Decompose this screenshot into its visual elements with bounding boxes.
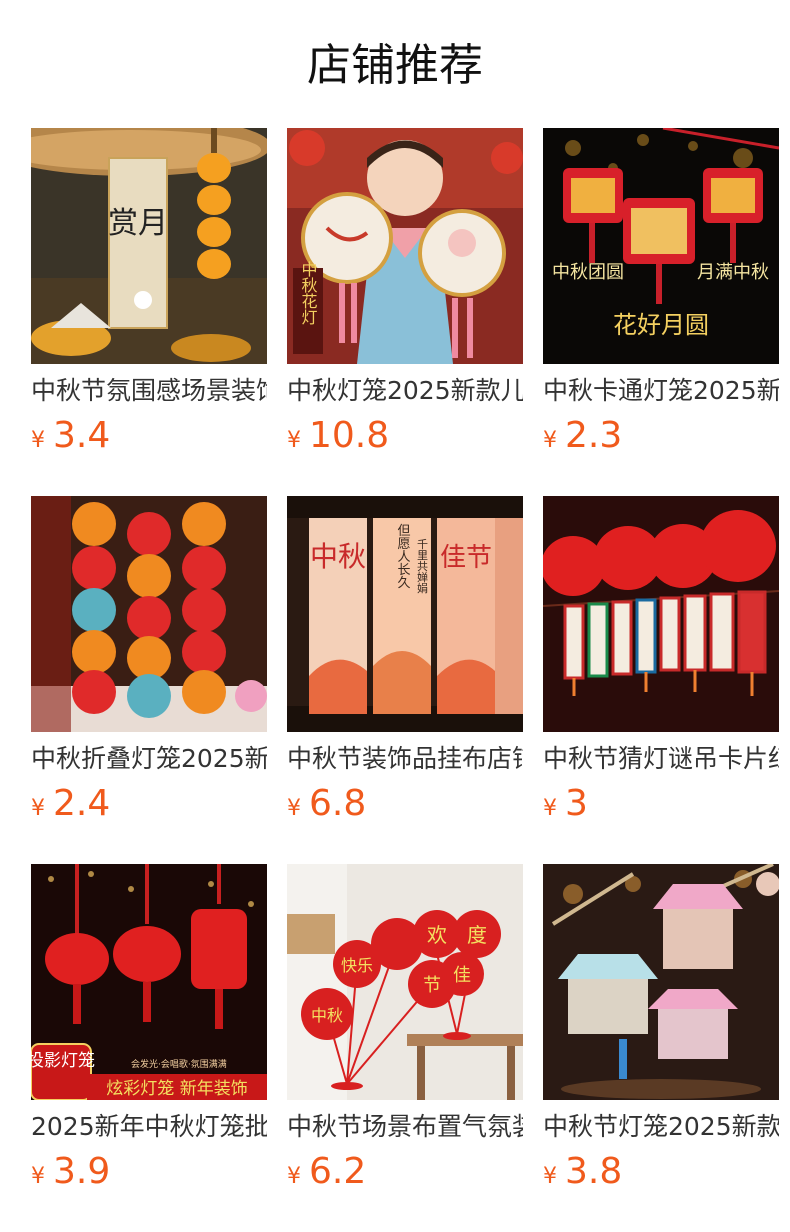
strip-text: 炫彩灯笼 新年装饰: [106, 1079, 247, 1099]
product-grid: 赏月 中秋节氛围感场景装饰 ¥ 3.4 中秋花灯 中秋灯笼2025新款儿 ¥ 1…: [31, 128, 779, 1232]
product-card[interactable]: 中秋折叠灯笼2025新款 ¥ 2.4: [31, 496, 267, 864]
price-value: 6.8: [309, 783, 367, 824]
currency-symbol: ¥: [31, 428, 45, 453]
currency-symbol: ¥: [543, 428, 557, 453]
product-card[interactable]: 中秋 但愿人长久 千里共婵娟 佳节 中秋节装饰品挂布店铺 ¥ 6.8: [287, 496, 523, 864]
product-card[interactable]: 中秋 快乐 欢 度 节 佳 中秋节场景布置气氛装 ¥ 6.2: [287, 864, 523, 1232]
product-image[interactable]: 赏月: [31, 128, 267, 364]
product-name[interactable]: 中秋节装饰品挂布店铺: [287, 742, 523, 776]
fan-text-2: 快乐: [341, 956, 373, 975]
product-price: ¥ 2.4: [31, 782, 110, 826]
product-name[interactable]: 中秋节猜灯谜吊卡片红: [543, 742, 779, 776]
product-image[interactable]: [543, 496, 779, 732]
bottom-text: 花好月圆: [613, 311, 709, 339]
product-name[interactable]: 2025新年中秋灯笼批发: [31, 1110, 267, 1144]
right-text: 月满中秋: [697, 262, 769, 283]
price-value: 3.8: [565, 1151, 623, 1192]
product-image[interactable]: 投影灯笼 炫彩灯笼 新年装饰 会发光·会唱歌·氛围满满: [31, 864, 267, 1100]
price-value: 6.2: [309, 1151, 367, 1192]
banner-mid-text: 但愿人长久: [395, 524, 411, 589]
fan-text-6: 佳: [453, 965, 471, 986]
fan-text-1: 中秋: [311, 1006, 343, 1025]
price-value: 2.4: [53, 783, 111, 824]
product-price: ¥ 10.8: [287, 414, 389, 458]
product-name[interactable]: 中秋折叠灯笼2025新款: [31, 742, 267, 776]
badge-text: 中秋花灯: [299, 261, 318, 326]
product-image[interactable]: 中秋花灯: [287, 128, 523, 364]
currency-symbol: ¥: [287, 796, 301, 821]
product-image[interactable]: [31, 496, 267, 732]
price-value: 3.4: [53, 415, 111, 456]
product-card[interactable]: 中秋团圆 月满中秋 花好月圆 中秋卡通灯笼2025新款 ¥ 2.3: [543, 128, 779, 496]
product-price: ¥ 6.2: [287, 1150, 366, 1194]
currency-symbol: ¥: [31, 796, 45, 821]
product-price: ¥ 3: [543, 782, 588, 826]
currency-symbol: ¥: [31, 1164, 45, 1189]
product-price: ¥ 3.8: [543, 1150, 622, 1194]
product-card[interactable]: 中秋节猜灯谜吊卡片红 ¥ 3: [543, 496, 779, 864]
banner-right-text: 佳节: [440, 543, 492, 573]
banner-text: 赏月: [108, 206, 168, 241]
left-text: 中秋团圆: [552, 262, 624, 283]
product-image[interactable]: 中秋 但愿人长久 千里共婵娟 佳节: [287, 496, 523, 732]
product-card[interactable]: 中秋节灯笼2025新款手 ¥ 3.8: [543, 864, 779, 1232]
product-card[interactable]: 赏月 中秋节氛围感场景装饰 ¥ 3.4: [31, 128, 267, 496]
badge-text: 投影灯笼: [31, 1051, 95, 1071]
price-value: 3.9: [53, 1151, 111, 1192]
product-card[interactable]: 投影灯笼 炫彩灯笼 新年装饰 会发光·会唱歌·氛围满满 2025新年中秋灯笼批发…: [31, 864, 267, 1232]
page-title: 店铺推荐: [307, 40, 483, 91]
currency-symbol: ¥: [543, 1164, 557, 1189]
fan-text-4: 度: [467, 923, 487, 947]
product-price: ¥ 3.4: [31, 414, 110, 458]
banner-mid2-text: 千里共婵娟: [416, 538, 429, 594]
currency-symbol: ¥: [287, 1164, 301, 1189]
fan-text-5: 节: [423, 975, 441, 996]
product-name[interactable]: 中秋节氛围感场景装饰: [31, 374, 267, 408]
banner-left-text: 中秋: [310, 540, 366, 573]
product-image[interactable]: [543, 864, 779, 1100]
fan-text-3: 欢: [427, 923, 447, 947]
product-image[interactable]: 中秋团圆 月满中秋 花好月圆: [543, 128, 779, 364]
currency-symbol: ¥: [543, 796, 557, 821]
product-card[interactable]: 中秋花灯 中秋灯笼2025新款儿童 ¥ 10.8: [287, 128, 523, 496]
product-name[interactable]: 中秋节场景布置气氛装: [287, 1110, 523, 1144]
product-name[interactable]: 中秋卡通灯笼2025新款: [543, 374, 779, 408]
product-price: ¥ 3.9: [31, 1150, 110, 1194]
product-image[interactable]: 中秋 快乐 欢 度 节 佳: [287, 864, 523, 1100]
price-value: 10.8: [309, 415, 390, 456]
product-price: ¥ 6.8: [287, 782, 366, 826]
currency-symbol: ¥: [287, 428, 301, 453]
small-text: 会发光·会唱歌·氛围满满: [131, 1058, 227, 1070]
price-value: 2.3: [565, 415, 623, 456]
product-name[interactable]: 中秋灯笼2025新款儿童: [287, 374, 523, 408]
price-value: 3: [565, 783, 588, 824]
product-name[interactable]: 中秋节灯笼2025新款手: [543, 1110, 779, 1144]
product-price: ¥ 2.3: [543, 414, 622, 458]
